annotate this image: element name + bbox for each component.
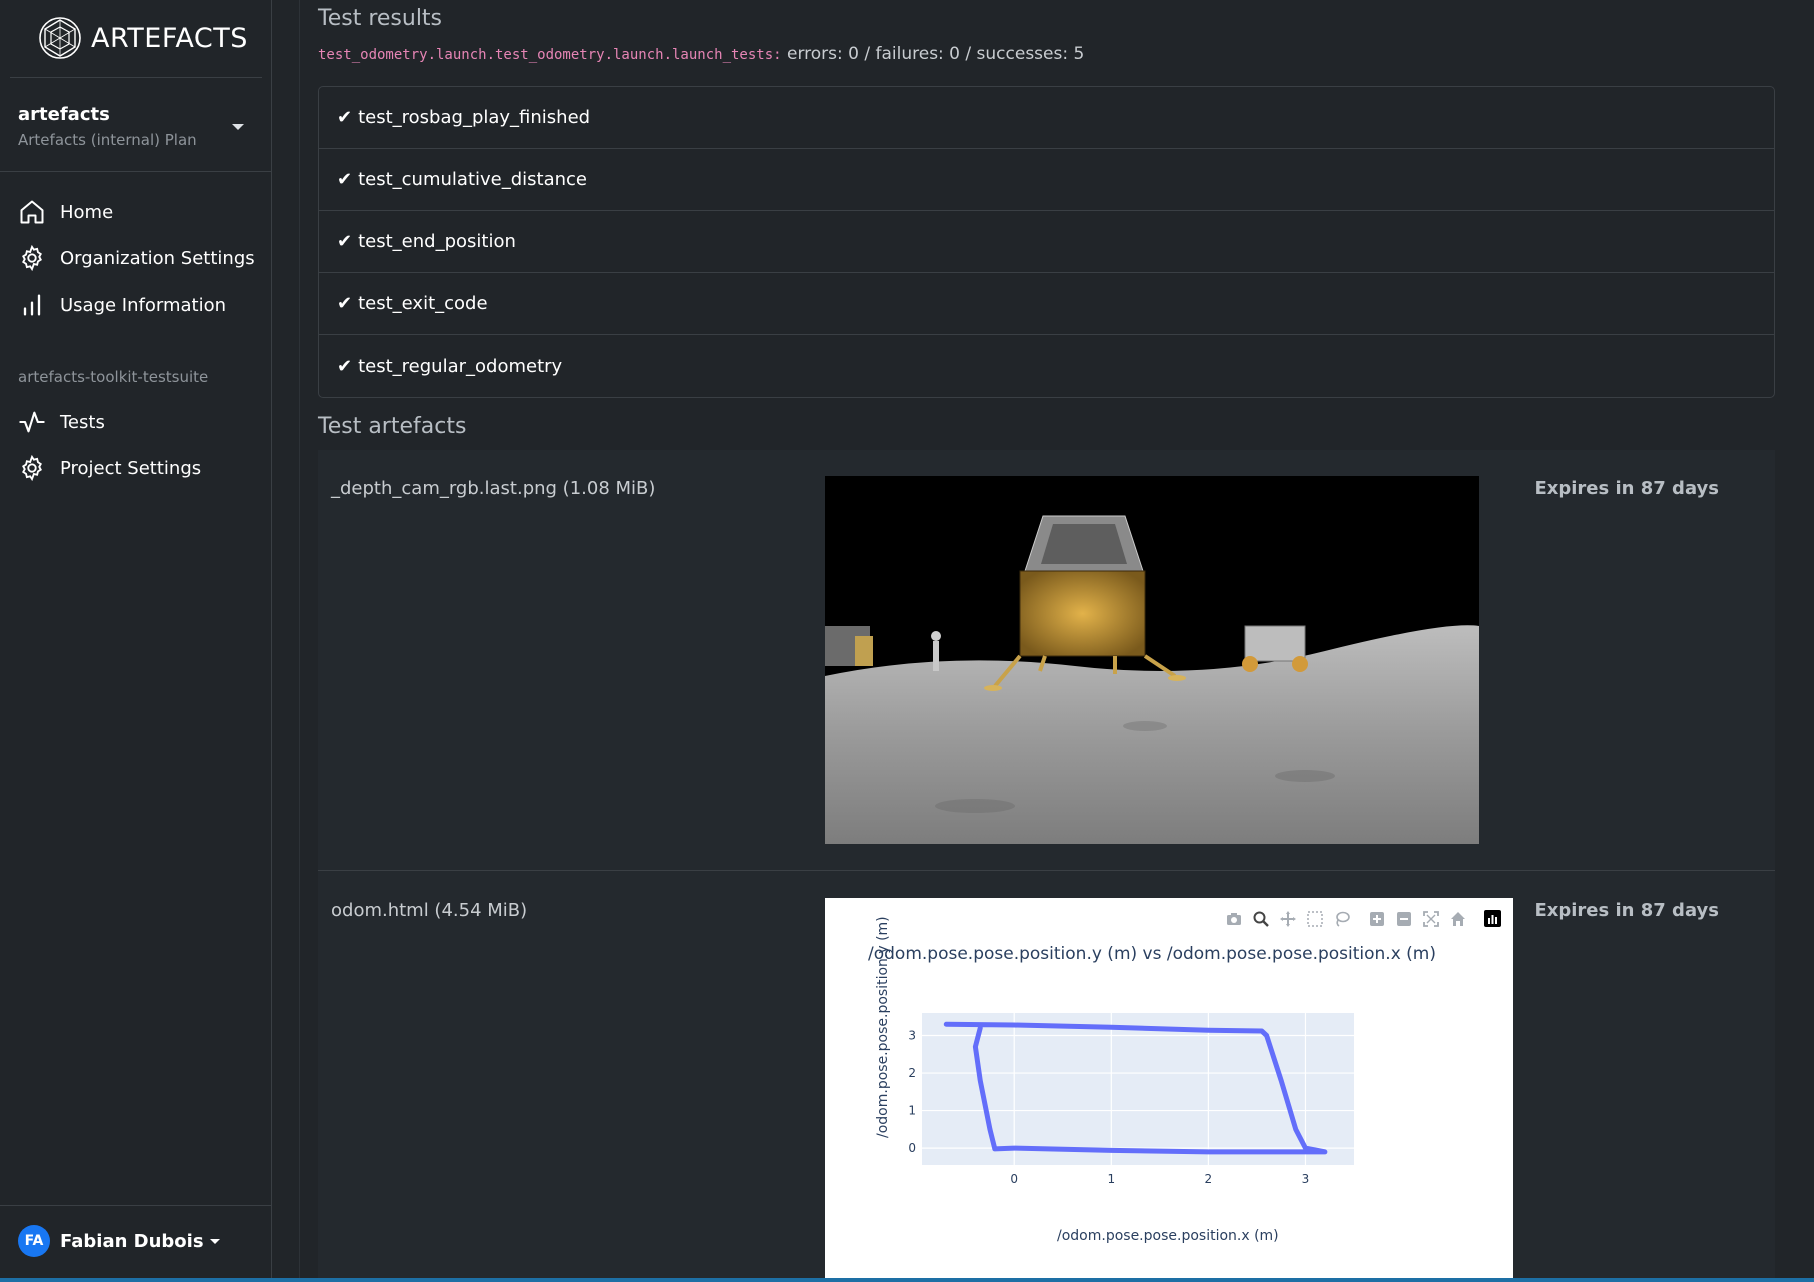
test-result-row[interactable]: ✔ test_cumulative_distance: [319, 149, 1774, 211]
x-tick-label: 2: [1205, 1172, 1213, 1186]
x-axis-title: /odom.pose.pose.position.x (m): [1057, 1228, 1279, 1244]
check-icon: ✔: [337, 169, 353, 190]
gear-icon: [22, 454, 42, 482]
x-tick-label: 0: [1010, 1172, 1018, 1186]
test-results-title: Test results: [318, 6, 443, 31]
depth-cam-image[interactable]: [825, 476, 1479, 844]
org-plan: Artefacts (internal) Plan: [18, 131, 197, 149]
sidebar-divider: [0, 1205, 272, 1206]
x-tick-label: 1: [1107, 1172, 1115, 1186]
lunar-scene-image: [825, 476, 1479, 844]
sidebar-item-tests[interactable]: Tests: [18, 405, 105, 439]
gear-icon: [22, 244, 42, 272]
check-icon: ✔: [337, 231, 353, 252]
artefact-row: odom.html (4.54 MiB) /odom.pose.pose.pos…: [318, 871, 1775, 1282]
bottom-scrollbar[interactable]: [0, 1278, 1814, 1282]
sidebar-item-project-settings[interactable]: Project Settings: [18, 451, 201, 485]
sidebar-item-label: Usage Information: [60, 294, 226, 316]
sidebar-item-label: Organization Settings: [60, 247, 255, 269]
y-axis-title: /odom.pose.pose.position.y (m): [875, 916, 891, 1138]
test-suite-name: test_odometry.launch.test_odometry.launc…: [318, 47, 782, 63]
org-name: artefacts: [18, 104, 110, 125]
brand-name: ARTEFACTS: [91, 22, 248, 54]
sidebar-divider: [10, 77, 262, 78]
test-name: test_exit_code: [358, 293, 488, 314]
sidebar-item-label: Home: [60, 201, 114, 223]
user-name: Fabian Dubois: [60, 1230, 204, 1252]
artefact-row: _depth_cam_rgb.last.png (1.08 MiB) Expir…: [318, 450, 1775, 870]
artefacts-logo-icon: [39, 17, 81, 59]
sidebar-item-home[interactable]: Home: [18, 195, 113, 229]
org-selector[interactable]: artefacts Artefacts (internal) Plan: [18, 104, 262, 149]
sidebar-item-label: Project Settings: [60, 457, 202, 479]
odom-plot[interactable]: /odom.pose.pose.position.y (m) vs /odom.…: [825, 898, 1513, 1278]
test-name: test_cumulative_distance: [358, 169, 587, 190]
artefact-expiry: Expires in 87 days: [1534, 478, 1719, 499]
brand-logo[interactable]: ARTEFACTS: [37, 14, 248, 62]
artefact-expiry: Expires in 87 days: [1534, 900, 1719, 921]
test-name: test_regular_odometry: [358, 355, 563, 377]
y-tick-label: 0: [908, 1141, 916, 1155]
activity-icon: [19, 411, 45, 433]
chart-svg: 0 1 2 3 0 1 2 3: [908, 1013, 1354, 1186]
test-summary: test_odometry.launch.test_odometry.launc…: [318, 44, 1084, 64]
project-name: artefacts-toolkit-testsuite: [18, 368, 209, 386]
check-icon: ✔: [337, 355, 353, 377]
caret-down-icon: [232, 124, 244, 130]
bar-chart-icon: [23, 294, 41, 316]
home-icon: [20, 200, 44, 224]
check-icon: ✔: [337, 293, 353, 314]
test-summary-counts: errors: 0 / failures: 0 / successes: 5: [781, 44, 1085, 64]
test-result-row[interactable]: ✔ test_rosbag_play_finished: [319, 87, 1774, 149]
artefact-name[interactable]: _depth_cam_rgb.last.png (1.08 MiB): [331, 478, 655, 499]
test-result-row[interactable]: ✔ test_exit_code: [319, 273, 1774, 335]
avatar: FA: [18, 1225, 50, 1257]
test-result-row[interactable]: ✔ test_regular_odometry: [319, 335, 1774, 397]
y-tick-label: 3: [908, 1029, 916, 1043]
test-results-list: ✔ test_rosbag_play_finished ✔ test_cumulat…: [318, 86, 1775, 398]
x-tick-label: 3: [1302, 1172, 1310, 1186]
test-name: test_rosbag_play_finished: [358, 107, 591, 128]
caret-down-icon: [209, 1238, 220, 1244]
y-tick-label: 1: [908, 1104, 916, 1118]
test-name: test_end_position: [358, 231, 516, 252]
sidebar-item-organization-settings[interactable]: Organization Settings: [18, 241, 255, 275]
user-menu[interactable]: FA Fabian Dubois: [18, 1225, 220, 1257]
test-artefacts-title: Test artefacts: [318, 414, 467, 439]
sidebar-item-usage-information[interactable]: Usage Information: [18, 288, 226, 322]
test-result-row[interactable]: ✔ test_end_position: [319, 211, 1774, 273]
sidebar-divider: [0, 171, 272, 172]
sidebar: ARTEFACTS artefacts Artefacts (internal)…: [0, 0, 272, 1282]
y-tick-label: 2: [908, 1066, 916, 1080]
artefact-name[interactable]: odom.html (4.54 MiB): [331, 900, 527, 921]
check-icon: ✔: [337, 107, 353, 128]
sidebar-item-label: Tests: [60, 411, 105, 433]
